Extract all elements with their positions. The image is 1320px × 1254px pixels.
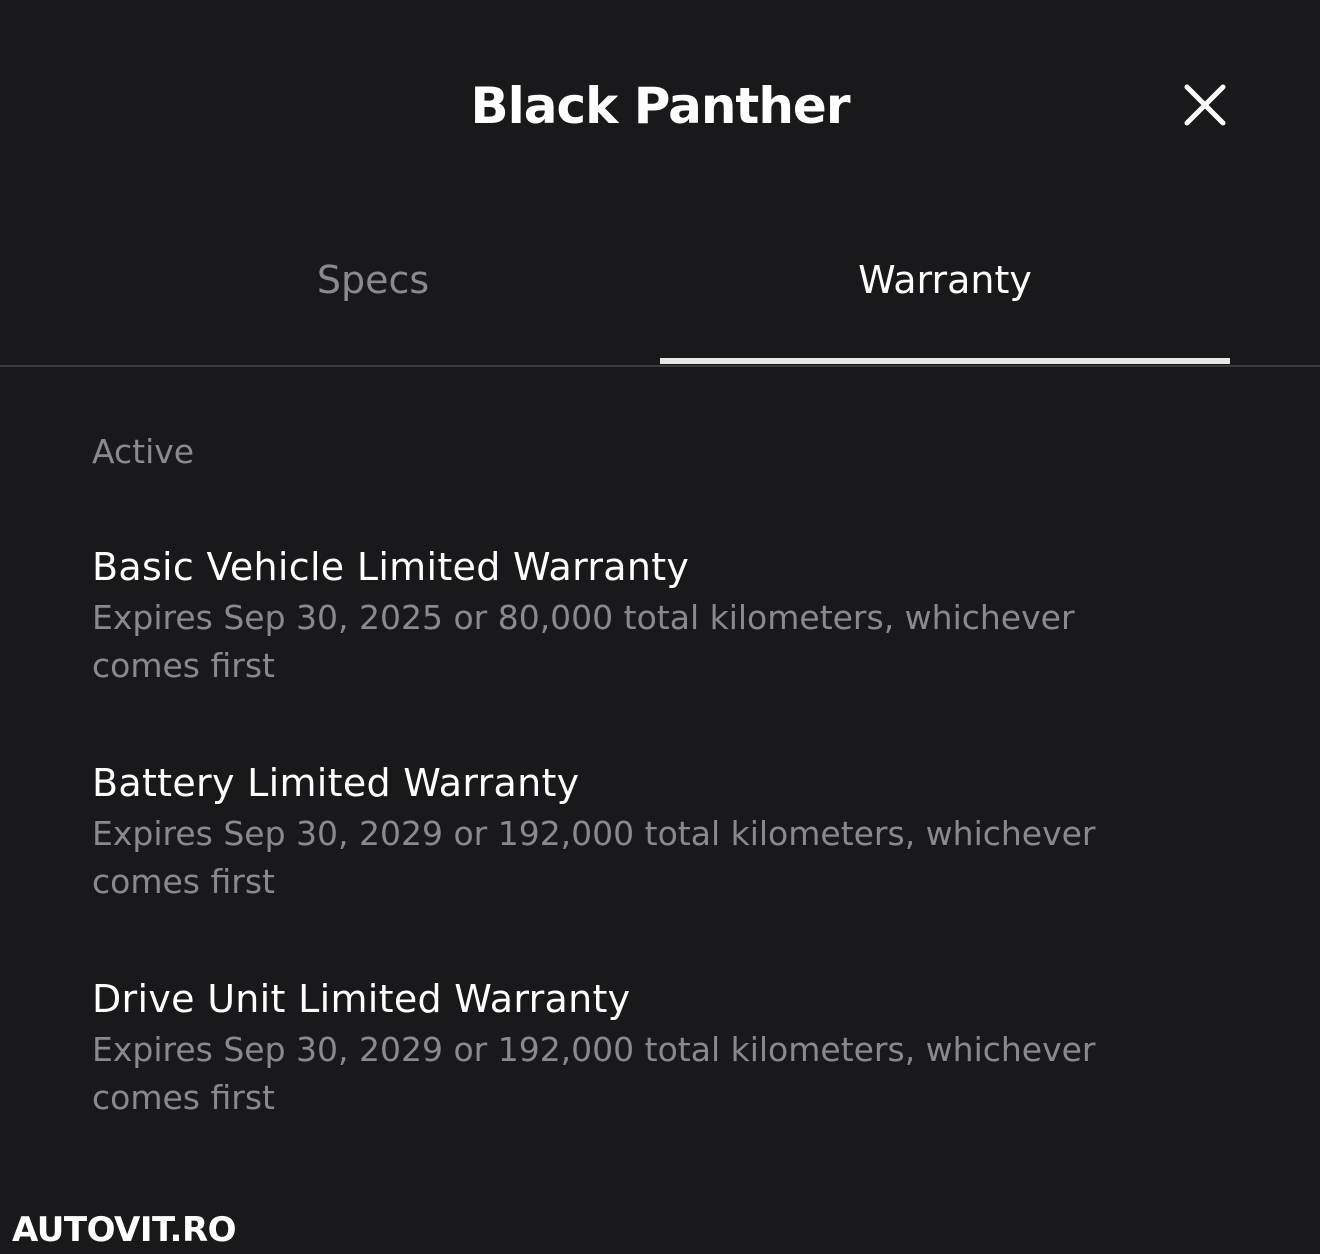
tab-selected-indicator xyxy=(660,358,1230,364)
warranty-description: Expires Sep 30, 2029 or 192,000 total ki… xyxy=(92,1030,1096,1117)
warranty-title: Battery Limited Warranty xyxy=(92,761,580,805)
tab-specs[interactable]: Specs xyxy=(88,230,658,366)
warranty-title: Drive Unit Limited Warranty xyxy=(92,977,631,1021)
section-label-active: Active xyxy=(92,432,195,471)
tab-warranty[interactable]: Warranty xyxy=(660,230,1230,366)
warranty-item: Drive Unit Limited Warranty Expires Sep … xyxy=(92,972,1192,1188)
warranty-title: Basic Vehicle Limited Warranty xyxy=(92,545,690,589)
warranty-description: Expires Sep 30, 2029 or 192,000 total ki… xyxy=(92,814,1096,901)
warranty-item: Battery Limited Warranty Expires Sep 30,… xyxy=(92,756,1192,972)
page-title: Black Panther xyxy=(470,77,851,135)
warranty-list: Basic Vehicle Limited Warranty Expires S… xyxy=(92,540,1192,1188)
warranty-item: Basic Vehicle Limited Warranty Expires S… xyxy=(92,540,1192,756)
warranty-description: Expires Sep 30, 2025 or 80,000 total kil… xyxy=(92,598,1075,685)
close-button[interactable] xyxy=(1180,80,1230,130)
watermark-logo: AUTOVIT.RO xyxy=(12,1210,237,1250)
close-icon xyxy=(1184,84,1226,126)
tab-bar: Specs Warranty xyxy=(0,230,1320,368)
tab-divider xyxy=(0,365,1320,367)
